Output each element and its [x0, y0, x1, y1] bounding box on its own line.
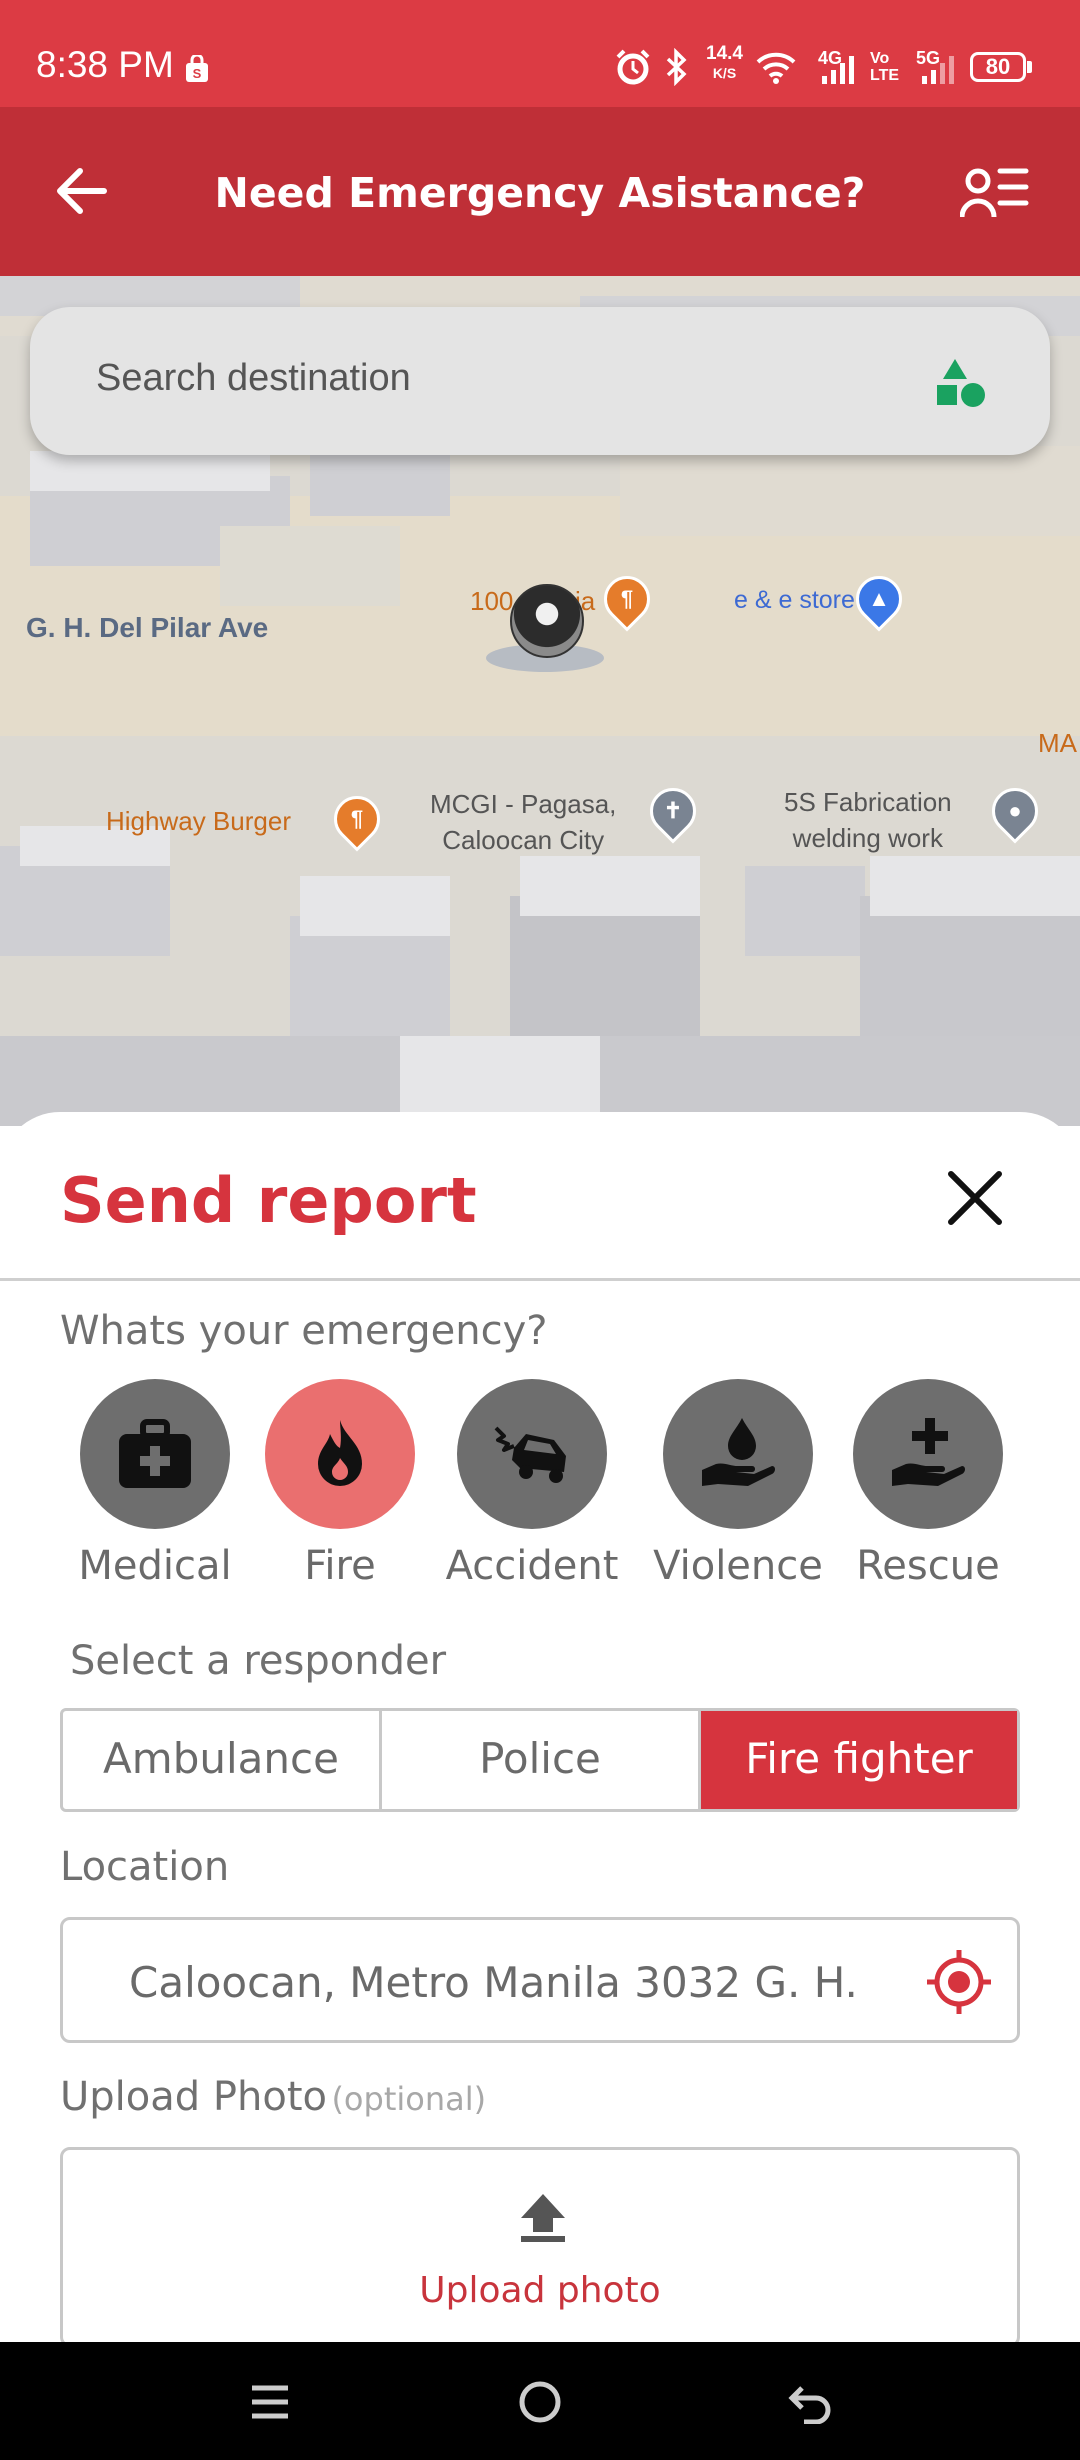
status-time: 8:38 PM: [36, 44, 174, 85]
church-pin-icon[interactable]: ✝: [640, 778, 706, 844]
map-building: [860, 896, 1080, 1046]
map-view[interactable]: G. H. Del Pilar Ave 100 ia ¶ e & e store…: [0, 276, 1080, 1126]
net-speed: 14.4 K/S: [706, 44, 743, 83]
shop-label-line1: 5S Fabrication: [784, 787, 952, 817]
contact-list-icon[interactable]: [960, 163, 1030, 219]
location-label: Location: [60, 1844, 230, 1890]
responder-ambulance[interactable]: Ambulance: [63, 1711, 382, 1809]
svg-text:S: S: [193, 66, 202, 81]
place-label: 100: [470, 586, 514, 616]
map-building: [220, 526, 400, 606]
signal-4g-icon: [822, 56, 854, 84]
upload-icon: [521, 2194, 565, 2242]
shop-label-line2: welding work: [792, 823, 943, 853]
shopping-bag-icon: S: [186, 55, 208, 82]
medical-button[interactable]: [80, 1379, 230, 1529]
app-bar: Need Emergency Asistance?: [0, 107, 1080, 276]
upload-optional: (optional): [331, 2080, 487, 2118]
location-field[interactable]: Caloocan, Metro Manila 3032 G. H.: [60, 1917, 1020, 2043]
responder-label: Select a responder: [70, 1638, 447, 1684]
accident-button[interactable]: [457, 1379, 607, 1529]
responder-police[interactable]: Police: [382, 1711, 701, 1809]
user-avatar[interactable]: [510, 584, 584, 658]
signal-5g-icon: [922, 56, 954, 84]
location-pin-icon[interactable]: ●: [982, 778, 1048, 844]
map-building: [870, 856, 1080, 916]
battery-level: 80: [985, 54, 1011, 79]
map-edge-label: MA: [1038, 728, 1077, 758]
back-icon[interactable]: [788, 2380, 832, 2424]
map-building: [745, 866, 865, 956]
search-input[interactable]: Search destination: [96, 357, 411, 400]
upload-photo-area[interactable]: Upload photo: [60, 2147, 1020, 2347]
store-label: e & e store: [734, 586, 855, 614]
upload-label: Upload Photo: [60, 2074, 327, 2120]
rescue-button[interactable]: [853, 1379, 1003, 1529]
battery-indicator: 80: [970, 52, 1026, 82]
map-building: [620, 446, 1080, 536]
accident-label: Accident: [445, 1543, 619, 1589]
close-icon[interactable]: [945, 1168, 1005, 1228]
my-location-icon[interactable]: [925, 1948, 993, 2016]
responder-fire-fighter[interactable]: Fire fighter: [701, 1711, 1017, 1809]
system-nav-bar: [0, 2342, 1080, 2460]
home-icon[interactable]: [518, 2380, 562, 2424]
upload-heading: Upload Photo (optional): [60, 2074, 486, 2120]
divider: [0, 1278, 1080, 1281]
fire-icon: [318, 1420, 362, 1486]
net-speed-unit: K/S: [712, 65, 737, 81]
status-bar: 8:38 PM S 14.4 K/S 4G Vo LTE 5G 80: [0, 0, 1080, 107]
medical-kit-icon: [119, 1419, 191, 1488]
responder-selector: Ambulance Police Fire fighter: [60, 1708, 1020, 1812]
alarm-icon: [616, 49, 650, 85]
church-label: MCGI - Pagasa, Caloocan City: [430, 786, 616, 858]
map-building: [510, 896, 700, 1036]
shapes-icon[interactable]: [935, 357, 987, 409]
search-bar[interactable]: Search destination: [30, 307, 1050, 455]
sheet-title: Send report: [60, 1164, 477, 1237]
menu-icon[interactable]: [250, 2382, 290, 2422]
restaurant-label: Highway Burger: [106, 806, 291, 836]
violence-label: Violence: [653, 1543, 823, 1589]
violence-button[interactable]: [663, 1379, 813, 1529]
volte-label: Vo LTE: [870, 50, 900, 84]
hand-plus-icon: [892, 1418, 965, 1486]
bluetooth-icon: [666, 48, 687, 86]
app-title: Need Emergency Asistance?: [214, 169, 866, 217]
restaurant-pin-icon[interactable]: ¶: [324, 786, 390, 852]
hand-drop-icon: [702, 1418, 775, 1486]
street-label: G. H. Del Pilar Ave: [26, 612, 269, 643]
wifi-icon: [756, 52, 796, 84]
map-building: [30, 451, 270, 491]
location-value[interactable]: Caloocan, Metro Manila 3032 G. H.: [129, 1958, 858, 2007]
fire-label: Fire: [304, 1543, 376, 1589]
church-label-line1: MCGI - Pagasa,: [430, 789, 617, 819]
shop-label: 5S Fabrication welding work: [784, 784, 952, 856]
send-report-sheet: Send report Whats your emergency? Medica…: [0, 1112, 1080, 2347]
church-label-line2: Caloocan City: [442, 825, 605, 855]
medical-label: Medical: [78, 1543, 232, 1589]
map-building: [300, 876, 450, 936]
map-building: [520, 856, 700, 916]
rescue-label: Rescue: [856, 1543, 1000, 1589]
fire-button[interactable]: [265, 1379, 415, 1529]
car-crash-icon: [494, 1426, 566, 1483]
net-speed-value: 14.4: [706, 43, 743, 64]
emergency-question: Whats your emergency?: [60, 1308, 548, 1354]
upload-photo-button[interactable]: Upload photo: [63, 2270, 1017, 2311]
battery-tip: [1027, 61, 1032, 73]
